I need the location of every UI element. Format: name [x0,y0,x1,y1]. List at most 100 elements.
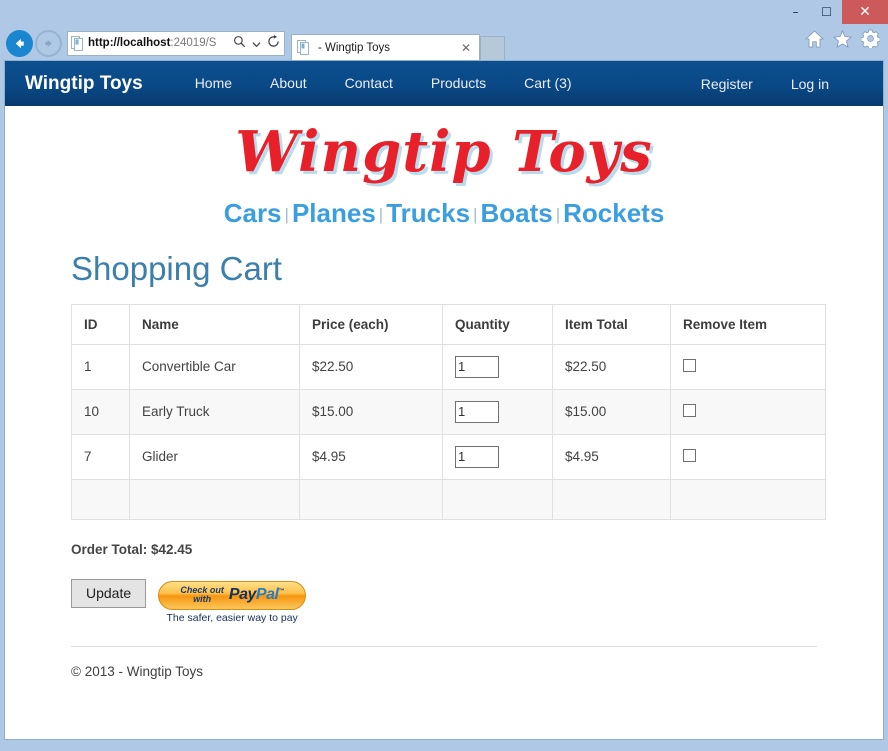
close-icon: ✕ [859,4,871,20]
cell-empty [442,478,553,520]
nav-item-home[interactable]: Home [176,75,251,93]
cell-price: $4.95 [299,433,443,480]
update-button[interactable]: Update [71,578,147,609]
cell-quantity [442,433,553,480]
quantity-input[interactable] [455,355,499,378]
table-row: 1 Convertible Car $22.50 $22.50 [71,343,826,390]
paypal-logo: PayPal™ [229,587,284,603]
cart-actions: Update Check out with PayPal™ The safer,… [71,578,861,624]
nav-link-about[interactable]: About [251,75,326,91]
window-controls: – ☐ ✕ [780,0,888,26]
quantity-input[interactable] [455,400,499,423]
shopping-cart-table: ID Name Price (each) Quantity Item Total… [71,303,826,520]
category-link-planes[interactable]: Planes [292,198,376,228]
nav-link-home[interactable]: Home [176,75,251,91]
nav-link-login[interactable]: Log in [772,76,848,92]
category-link-trucks[interactable]: Trucks [386,198,470,228]
site-navbar: Wingtip Toys Home About Contact Products… [5,61,883,106]
window-titlebar: – ☐ ✕ [0,0,888,26]
nav-link-products[interactable]: Products [412,75,505,91]
paypal-checkout[interactable]: Check out with PayPal™ The safer, easier… [158,579,307,624]
site-logo[interactable]: Wingtip Toys [27,106,861,190]
cell-item-total: $22.50 [552,343,671,390]
category-link-rockets[interactable]: Rockets [563,198,664,228]
cell-empty [552,478,671,520]
site-nav-right: Register Log in [682,76,883,92]
column-header-price: Price (each) [299,303,443,345]
nav-link-contact[interactable]: Contact [326,75,412,91]
favorites-star-icon[interactable] [833,29,852,48]
search-icon[interactable] [231,35,248,51]
minimize-icon: – [792,5,799,19]
column-header-id: ID [71,303,130,345]
page-viewport: Wingtip Toys Home About Contact Products… [4,60,884,740]
site-brand[interactable]: Wingtip Toys [25,73,143,95]
url-host: http://localhost [88,37,171,49]
cell-remove [670,388,826,435]
cell-remove [670,433,826,480]
cell-id: 10 [71,388,130,435]
cell-empty [670,478,826,520]
remove-item-checkbox[interactable] [683,448,696,462]
category-links: Cars | Planes | Trucks | Boats | Rockets [27,190,861,243]
chevron-down-icon[interactable] [248,36,265,51]
remove-item-checkbox[interactable] [683,358,696,372]
cell-empty [71,478,130,520]
paypal-checkout-button[interactable]: Check out with PayPal™ [158,580,307,610]
nav-item-about[interactable]: About [251,75,326,93]
category-separator: | [378,204,384,224]
cell-price: $22.50 [299,343,443,390]
minimize-button[interactable]: – [780,0,811,24]
browser-tool-icons [805,29,880,48]
remove-item-checkbox[interactable] [683,403,696,417]
back-button[interactable] [6,29,33,57]
nav-link-register[interactable]: Register [682,76,772,92]
tab-wingtip-toys[interactable]: - Wingtip Toys ✕ [291,34,480,60]
page-content: Wingtip Toys Cars | Planes | Trucks | Boats | Ro… [5,106,883,679]
address-bar-url: http://localhost:24019/S [88,37,231,49]
browser-window: – ☐ ✕ http://localhost:24019/S - Wingtip… [0,0,888,751]
nav-link-cart[interactable]: Cart (3) [505,75,590,91]
new-tab-button[interactable] [480,36,505,60]
paypal-tagline: The safer, easier way to pay [166,611,298,624]
column-header-item-total: Item Total [552,303,671,345]
column-header-remove-item: Remove Item [670,303,826,345]
trademark-icon: ™ [278,589,284,596]
settings-gear-icon[interactable] [861,29,880,48]
cart-table-body: 1 Convertible Car $22.50 $22.50 10 Early… [71,343,826,520]
page-title: Shopping Cart [71,249,282,287]
column-header-quantity: Quantity [442,303,553,345]
maximize-button[interactable]: ☐ [811,0,842,24]
quantity-input[interactable] [455,445,499,468]
forward-button[interactable] [35,29,62,57]
category-separator: | [284,204,289,224]
category-link-cars[interactable]: Cars [224,198,282,228]
page-footer: © 2013 - Wingtip Toys [71,645,817,679]
close-window-button[interactable]: ✕ [842,0,888,24]
cell-remove [670,343,826,390]
tab-close-icon[interactable]: ✕ [457,42,475,54]
paypal-logo-pay: Pay [228,586,256,604]
address-bar[interactable]: http://localhost:24019/S [67,30,285,56]
cell-id: 1 [71,343,130,390]
page-favicon-icon [71,35,84,51]
footer-copyright: © 2013 - Wingtip Toys [71,663,204,679]
table-row: 7 Glider $4.95 $4.95 [71,433,826,480]
cell-empty [129,478,300,520]
paypal-checkout-line2: with [193,594,212,605]
category-link-boats[interactable]: Boats [480,198,552,228]
nav-item-contact[interactable]: Contact [326,75,412,93]
nav-item-cart[interactable]: Cart (3) [505,75,590,93]
paypal-logo-pal: Pal [255,586,279,604]
home-icon[interactable] [805,29,824,48]
cell-quantity [442,343,553,390]
nav-item-products[interactable]: Products [412,75,505,93]
cell-id: 7 [71,433,130,480]
refresh-icon[interactable] [265,35,282,51]
tab-favicon-icon [297,40,310,55]
cell-name: Early Truck [129,388,300,435]
cell-item-total: $4.95 [552,433,671,480]
cell-name: Convertible Car [129,343,300,390]
forward-arrow-icon [45,39,52,47]
site-nav-left: Home About Contact Products Cart (3) [176,75,591,93]
